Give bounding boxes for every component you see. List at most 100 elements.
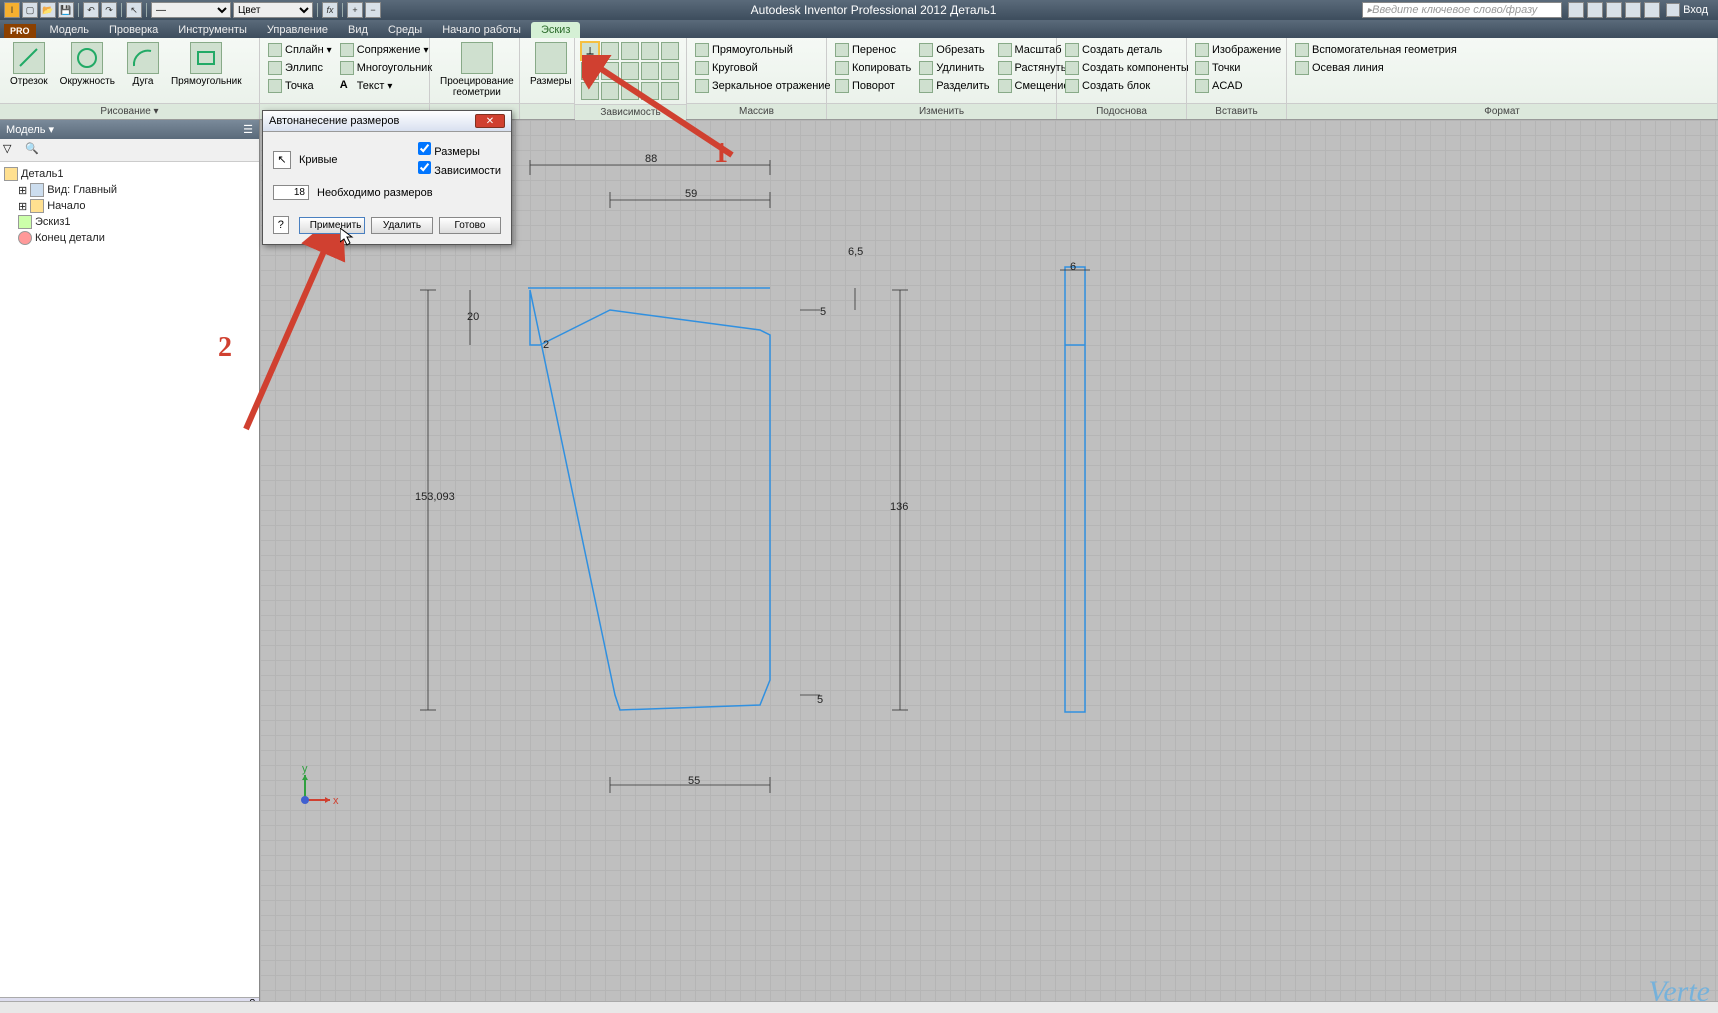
extend-button[interactable]: Удлинить [917, 60, 991, 76]
tab-check[interactable]: Проверка [99, 22, 168, 38]
constraints-checkbox[interactable]: Зависимости [418, 161, 501, 177]
rect-pattern-button[interactable]: Прямоугольный [693, 42, 833, 58]
text-button[interactable]: AТекст ▾ [338, 78, 434, 94]
select-icon[interactable]: ↖ [126, 2, 142, 18]
perp-icon[interactable] [601, 42, 619, 60]
circle-button[interactable]: Окружность [54, 40, 121, 89]
fix-icon[interactable] [581, 82, 599, 100]
svg-text:y: y [302, 763, 308, 775]
filter-icon[interactable]: ▽ [3, 142, 19, 158]
create-comp-button[interactable]: Создать компоненты [1063, 60, 1191, 76]
search-input[interactable]: ▸ Введите ключевое слово/фразу [1362, 2, 1562, 18]
collin-icon[interactable] [601, 62, 619, 80]
save-icon[interactable]: 💾 [58, 2, 74, 18]
redo-icon[interactable]: ↷ [101, 2, 117, 18]
tab-env[interactable]: Среды [378, 22, 432, 38]
coinc-icon[interactable] [661, 42, 679, 60]
create-block-button[interactable]: Создать блок [1063, 78, 1191, 94]
dialog-help-icon[interactable]: ? [273, 216, 289, 234]
image-button[interactable]: Изображение [1193, 42, 1283, 58]
sketch-drawing: 88 59 6,5 6 20 2 5 153,093 136 5 55 x y [260, 120, 1718, 1013]
panel-draw-label[interactable]: Рисование ▾ [0, 103, 259, 119]
minus-icon[interactable]: − [365, 2, 381, 18]
trim-button[interactable]: Обрезать [917, 42, 991, 58]
rect-button[interactable]: Прямоугольник [165, 40, 248, 89]
create-part-button[interactable]: Создать деталь [1063, 42, 1191, 58]
text-icon: A [340, 79, 354, 93]
select-curves-icon[interactable]: ↖ [273, 151, 291, 169]
find-icon[interactable]: 🔍 [25, 142, 41, 158]
tab-start[interactable]: Начало работы [432, 22, 531, 38]
symm-icon[interactable] [601, 82, 619, 100]
pro-badge[interactable]: PRO [4, 24, 36, 38]
sketch-canvas[interactable]: 88 59 6,5 6 20 2 5 153,093 136 5 55 x y [260, 120, 1718, 1013]
new-icon[interactable]: ▢ [22, 2, 38, 18]
endpart-icon [18, 231, 32, 245]
close-icon[interactable]: ✕ [475, 114, 505, 128]
show-icon[interactable] [621, 82, 639, 100]
tab-sketch[interactable]: Эскиз [531, 22, 580, 38]
open-icon[interactable]: 📂 [40, 2, 56, 18]
help-icon[interactable] [1644, 2, 1660, 18]
horiz-icon[interactable] [621, 62, 639, 80]
tree-sketch[interactable]: Эскиз1 [35, 216, 71, 228]
remove-button[interactable]: Удалить [371, 217, 433, 234]
infocenter [1568, 2, 1660, 18]
ellipse-button[interactable]: Эллипс [266, 60, 334, 76]
move-button[interactable]: Перенос [833, 42, 913, 58]
circ-pattern-button[interactable]: Круговой [693, 60, 833, 76]
equal-icon[interactable] [661, 62, 679, 80]
mirror-button[interactable]: Зеркальное отражение [693, 78, 833, 94]
vert-icon[interactable] [641, 62, 659, 80]
parallel-icon[interactable] [581, 62, 599, 80]
construction-button[interactable]: Вспомогательная геометрия [1293, 42, 1459, 58]
tab-view[interactable]: Вид [338, 22, 378, 38]
lookup-icon[interactable] [1568, 2, 1584, 18]
login-button[interactable]: Вход [1666, 3, 1708, 17]
smooth-icon[interactable] [641, 42, 659, 60]
plus-icon[interactable]: + [347, 2, 363, 18]
tree-origin[interactable]: Начало [47, 200, 85, 212]
model-tree[interactable]: Деталь1 ⊞Вид: Главный ⊞Начало Эскиз1 Кон… [0, 162, 259, 997]
fillet-button[interactable]: Сопряжение ▾ [338, 42, 434, 58]
dialog-title-bar[interactable]: Автонанесение размеров ✕ [263, 111, 511, 132]
arc-button[interactable]: Дуга [121, 40, 165, 89]
color-dropdown[interactable]: Цвет [233, 2, 313, 18]
polygon-button[interactable]: Многоугольник [338, 60, 434, 76]
rotate-button[interactable]: Поворот [833, 78, 913, 94]
copy-button[interactable]: Копировать [833, 60, 913, 76]
dimension-button[interactable]: Размеры [524, 40, 578, 89]
pattern-icon[interactable] [661, 82, 679, 100]
comm-icon[interactable] [1606, 2, 1622, 18]
acad-button[interactable]: ACAD [1193, 78, 1283, 94]
point-button[interactable]: Точка [266, 78, 334, 94]
tree-end[interactable]: Конец детали [35, 232, 105, 244]
model-browser-header[interactable]: Модель ▾☰ [0, 120, 259, 139]
points-button[interactable]: Точки [1193, 60, 1283, 76]
required-count-field [273, 185, 309, 200]
line-button[interactable]: Отрезок [4, 40, 54, 89]
material-dropdown[interactable]: — [151, 2, 231, 18]
undo-icon[interactable]: ↶ [83, 2, 99, 18]
tab-model[interactable]: Модель [40, 22, 99, 38]
tangent-icon[interactable] [621, 42, 639, 60]
tree-view[interactable]: Вид: Главный [47, 184, 117, 196]
done-button[interactable]: Готово [439, 217, 501, 234]
point-icon [268, 79, 282, 93]
fx-icon[interactable]: fx [322, 2, 338, 18]
dimensions-checkbox[interactable]: Размеры [418, 142, 501, 158]
spline-button[interactable]: Сплайн ▾ [266, 42, 334, 58]
project-geom-button[interactable]: Проецирование геометрии [434, 40, 520, 100]
centerline-button[interactable]: Осевая линия [1293, 60, 1459, 76]
key-icon[interactable] [1587, 2, 1603, 18]
tab-tools[interactable]: Инструменты [168, 22, 257, 38]
auto-dimension-icon[interactable]: ⟂ [581, 42, 599, 60]
tree-root[interactable]: Деталь1 [21, 168, 64, 180]
polygon-icon [340, 61, 354, 75]
conc-icon[interactable] [641, 82, 659, 100]
split-button[interactable]: Разделить [917, 78, 991, 94]
star-icon[interactable] [1625, 2, 1641, 18]
apply-button[interactable]: Применить [299, 217, 365, 234]
tab-manage[interactable]: Управление [257, 22, 338, 38]
app-menu-icon[interactable]: I [4, 2, 20, 18]
